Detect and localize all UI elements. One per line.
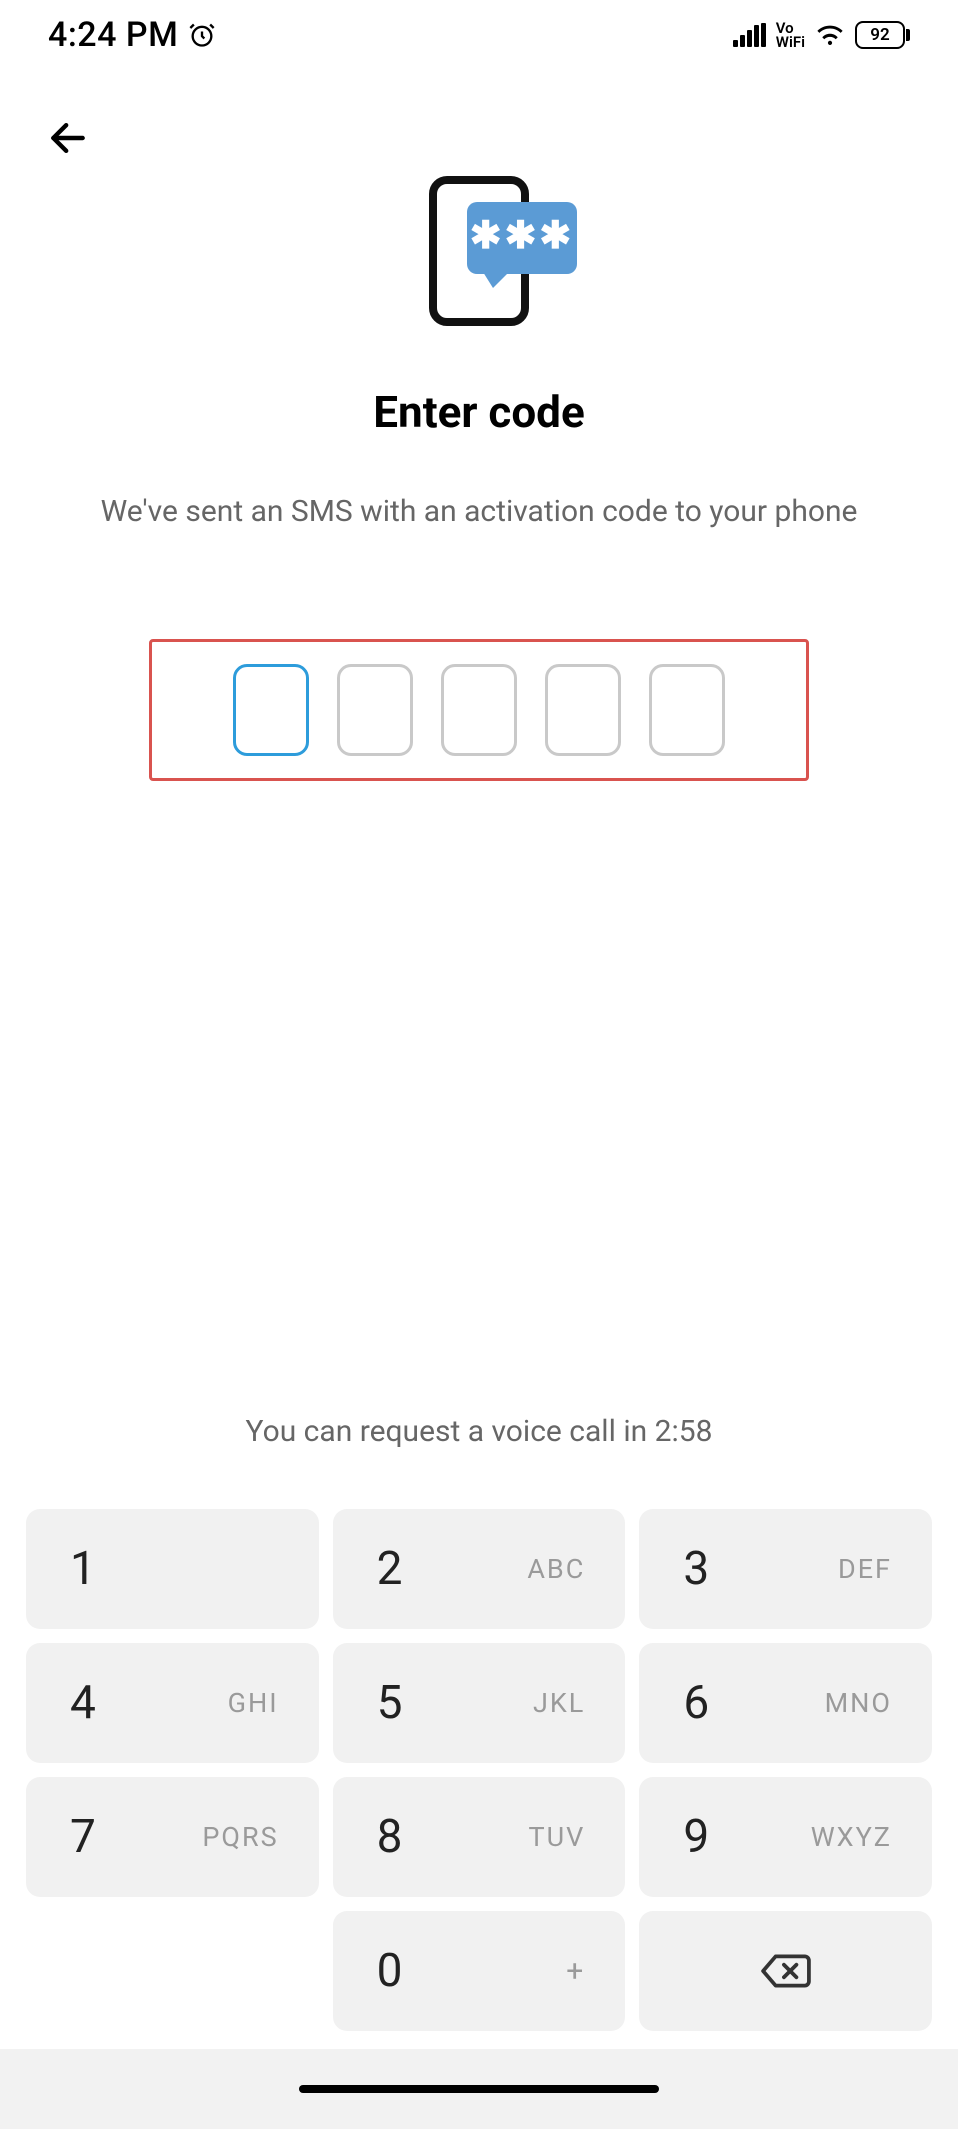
key-9[interactable]: 9WXYZ bbox=[639, 1777, 932, 1897]
arrow-left-icon bbox=[46, 116, 90, 160]
code-digit-5[interactable] bbox=[649, 664, 725, 756]
key-4[interactable]: 4GHI bbox=[26, 1643, 319, 1763]
key-backspace[interactable] bbox=[639, 1911, 932, 2031]
code-input-container[interactable] bbox=[149, 639, 809, 781]
page-title: Enter code bbox=[373, 386, 584, 438]
signal-icon bbox=[733, 23, 766, 47]
alarm-icon bbox=[188, 21, 216, 49]
gesture-bar[interactable] bbox=[299, 2085, 659, 2093]
code-digit-2[interactable] bbox=[337, 664, 413, 756]
phone-sms-icon: ✱✱✱ bbox=[429, 176, 529, 326]
battery-icon: 92 bbox=[855, 21, 910, 49]
page-subtitle: We've sent an SMS with an activation cod… bbox=[61, 494, 898, 529]
key-1[interactable]: 1 bbox=[26, 1509, 319, 1629]
key-3[interactable]: 3DEF bbox=[639, 1509, 932, 1629]
request-voice-call-text: You can request a voice call in 2:58 bbox=[0, 1414, 958, 1449]
code-digit-4[interactable] bbox=[545, 664, 621, 756]
key-8[interactable]: 8TUV bbox=[333, 1777, 626, 1897]
numeric-keypad: 1 2ABC 3DEF 4GHI 5JKL 6MNO 7PQRS 8TUV 9W… bbox=[0, 1509, 958, 2031]
back-button[interactable] bbox=[40, 110, 96, 166]
key-0[interactable]: 0+ bbox=[333, 1911, 626, 2031]
key-empty bbox=[26, 1911, 319, 2031]
key-6[interactable]: 6MNO bbox=[639, 1643, 932, 1763]
status-time: 4:24 PM bbox=[48, 15, 178, 55]
system-navigation-bar bbox=[0, 2049, 958, 2129]
key-7[interactable]: 7PQRS bbox=[26, 1777, 319, 1897]
status-bar: 4:24 PM Vo WiFi 92 bbox=[0, 0, 958, 70]
code-digit-3[interactable] bbox=[441, 664, 517, 756]
key-2[interactable]: 2ABC bbox=[333, 1509, 626, 1629]
code-digit-1[interactable] bbox=[233, 664, 309, 756]
wifi-icon bbox=[815, 20, 845, 50]
vowifi-icon: Vo WiFi bbox=[776, 21, 805, 49]
key-5[interactable]: 5JKL bbox=[333, 1643, 626, 1763]
backspace-icon bbox=[761, 1953, 811, 1989]
